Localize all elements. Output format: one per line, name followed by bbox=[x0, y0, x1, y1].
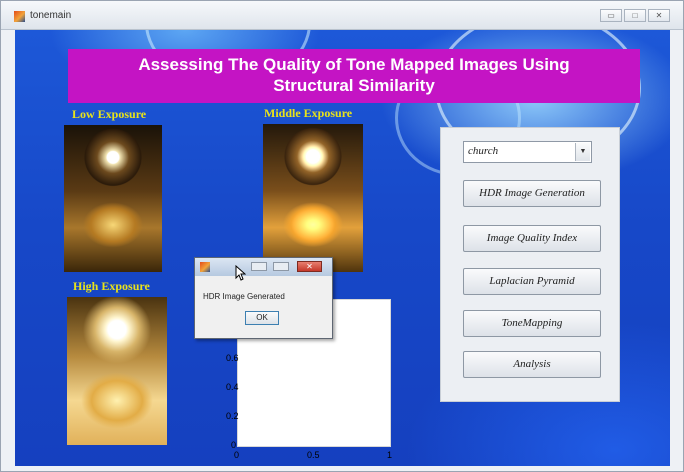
x-tick-label: 0.5 bbox=[307, 450, 320, 460]
dialog-close-button[interactable]: ✕ bbox=[297, 261, 322, 272]
title-bar[interactable]: tonemain ▭ □ ✕ bbox=[1, 1, 683, 30]
close-button[interactable]: ✕ bbox=[648, 9, 670, 22]
x-tick-label: 0 bbox=[234, 450, 240, 460]
y-tick-label: 0 bbox=[231, 440, 237, 450]
middle-exposure-image bbox=[263, 124, 363, 272]
matlab-icon bbox=[200, 262, 210, 272]
y-tick-label: 0.2 bbox=[226, 411, 239, 421]
minimize-button[interactable]: ▭ bbox=[600, 9, 622, 22]
window-title: tonemain bbox=[30, 10, 72, 21]
page-title: Assessing The Quality of Tone Mapped Ima… bbox=[68, 49, 640, 103]
matlab-icon bbox=[14, 11, 25, 22]
analysis-button[interactable]: Analysis bbox=[463, 351, 601, 378]
low-exposure-label: Low Exposure bbox=[72, 107, 147, 121]
middle-exposure-label: Middle Exposure bbox=[264, 106, 353, 120]
image-set-dropdown[interactable]: church ▼ bbox=[463, 141, 592, 163]
x-tick-label: 1 bbox=[387, 450, 393, 460]
tonemapping-button[interactable]: ToneMapping bbox=[463, 310, 601, 337]
mouse-cursor-icon bbox=[235, 265, 246, 281]
hdr-image-generation-button[interactable]: HDR Image Generation bbox=[463, 180, 601, 207]
dialog-message: HDR Image Generated bbox=[203, 292, 285, 301]
message-dialog: ✕ HDR Image Generated OK bbox=[194, 257, 333, 339]
title-line-1: Assessing The Quality of Tone Mapped Ima… bbox=[138, 55, 570, 74]
title-line-2: Structural Similarity bbox=[273, 76, 435, 95]
high-exposure-label: High Exposure bbox=[73, 279, 150, 293]
dialog-title-bar[interactable]: ✕ bbox=[195, 258, 332, 276]
maximize-button[interactable]: □ bbox=[624, 9, 646, 22]
y-tick-label: 0.6 bbox=[226, 353, 239, 363]
figure-window: tonemain ▭ □ ✕ Assessing The Quality of … bbox=[0, 0, 684, 472]
control-panel: church ▼ HDR Image Generation Image Qual… bbox=[440, 127, 620, 402]
y-tick-label: 0.4 bbox=[226, 382, 239, 392]
dropdown-selected-value: church bbox=[468, 145, 499, 157]
laplacian-pyramid-button[interactable]: Laplacian Pyramid bbox=[463, 268, 601, 295]
dialog-minimize-button[interactable] bbox=[251, 262, 267, 271]
ok-button[interactable]: OK bbox=[245, 311, 279, 325]
figure-canvas: Assessing The Quality of Tone Mapped Ima… bbox=[15, 30, 670, 466]
high-exposure-image bbox=[67, 297, 167, 445]
chevron-down-icon[interactable]: ▼ bbox=[575, 143, 590, 161]
low-exposure-image bbox=[64, 125, 162, 272]
image-quality-index-button[interactable]: Image Quality Index bbox=[463, 225, 601, 252]
dialog-maximize-button[interactable] bbox=[273, 262, 289, 271]
